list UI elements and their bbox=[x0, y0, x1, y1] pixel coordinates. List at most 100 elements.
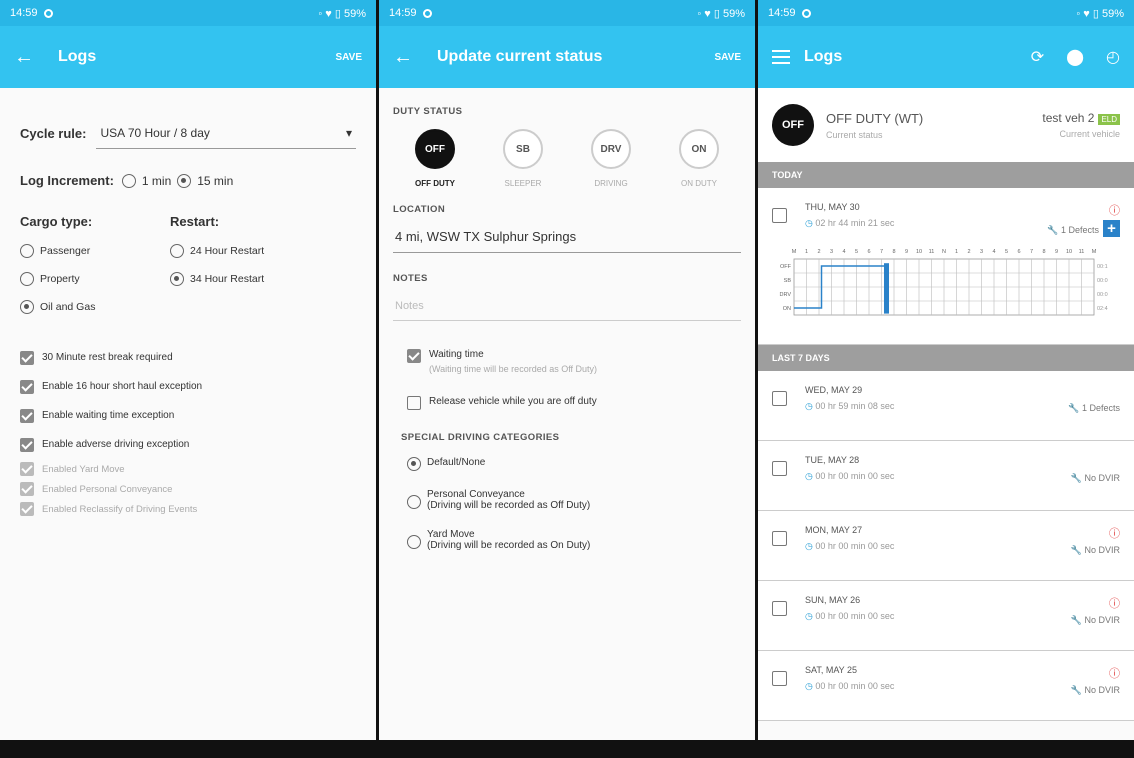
special-option-title: Default/None bbox=[427, 457, 486, 468]
special-option-personal-conveyance[interactable]: Personal Conveyance (Driving will be rec… bbox=[407, 489, 741, 511]
day-checkbox[interactable] bbox=[772, 461, 787, 476]
duty-option-off[interactable]: OFF OFF DUTY bbox=[397, 129, 473, 188]
back-arrow-icon[interactable]: ← bbox=[393, 46, 423, 69]
grid-hour-label: 6 bbox=[867, 249, 870, 255]
location-input[interactable]: 4 mi, WSW TX Sulphur Springs bbox=[393, 219, 741, 253]
log-increment-label: Log Increment: bbox=[20, 173, 114, 188]
app-bar: Logs ⟳ ⬤ ◴ bbox=[758, 26, 1134, 88]
check-personal-conveyance-disabled: Enabled Personal Conveyance bbox=[20, 479, 356, 499]
restart-label: Restart: bbox=[170, 214, 220, 229]
special-option-default[interactable]: Default/None bbox=[407, 457, 741, 471]
today-log-card[interactable]: THU, MAY 30 ◷ 02 hr 44 min 21 sec ⓘ 🔧 1 … bbox=[758, 188, 1134, 345]
special-option-title: Personal Conveyance bbox=[427, 489, 525, 500]
day-date: WED, MAY 29 bbox=[805, 385, 863, 395]
check-adverse-driving[interactable]: Enable adverse driving exception bbox=[20, 430, 356, 459]
wrench-icon: 🔧 bbox=[1070, 615, 1082, 625]
release-vehicle-label: Release vehicle while you are off duty bbox=[429, 396, 597, 407]
duty-label: DRIVING bbox=[594, 179, 628, 188]
duty-option-on[interactable]: ON ON DUTY bbox=[661, 129, 737, 188]
cargo-option-oil-gas[interactable]: Oil and Gas bbox=[20, 293, 170, 321]
alert-icon: ⓘ bbox=[1109, 598, 1120, 610]
sync-icon[interactable]: ⟳ bbox=[1031, 47, 1044, 67]
check-short-haul[interactable]: Enable 16 hour short haul exception bbox=[20, 372, 356, 401]
grid-row-label: DRV bbox=[779, 292, 791, 298]
cargo-option-property[interactable]: Property bbox=[20, 265, 170, 293]
day-log-row[interactable]: WED, MAY 29 ◷ 00 hr 59 min 08 sec 🔧 1 Defe… bbox=[758, 371, 1134, 441]
day-date: SAT, MAY 25 bbox=[805, 665, 858, 675]
wrench-icon: 🔧 bbox=[1047, 225, 1059, 235]
duty-code: SB bbox=[503, 129, 543, 169]
day-dvir-status: 1 Defects bbox=[1081, 403, 1120, 413]
signal-icon: ◦ ♥ ▯ bbox=[697, 7, 723, 20]
cargo-option-passenger[interactable]: Passenger bbox=[20, 237, 170, 265]
current-status-card[interactable]: OFF OFF DUTY (WT) Current status test ve… bbox=[758, 88, 1134, 162]
battery-text: 59% bbox=[343, 7, 366, 20]
day-duration: 00 hr 59 min 08 sec bbox=[815, 401, 895, 411]
location-pin-icon[interactable]: ⬤ bbox=[1066, 47, 1084, 67]
day-log-row[interactable]: SAT, MAY 25 ◷ 00 hr 00 min 00 sec ⓘ 🔧 No DV… bbox=[758, 651, 1134, 721]
grid-hour-label: N bbox=[942, 249, 946, 255]
back-arrow-icon[interactable]: ← bbox=[14, 46, 44, 69]
check-rest-break[interactable]: 30 Minute rest break required bbox=[20, 343, 356, 372]
save-button[interactable]: SAVE bbox=[715, 52, 742, 63]
app-bar: ← Logs SAVE bbox=[0, 26, 376, 88]
duty-log-grid: M 1 2 3 4 5 6 7 8 9 10 11 N 1 2 3 4 5 6 7 8 9 10 11 M OFF 00:1 SB 00… bbox=[779, 249, 1108, 316]
cargo-option-label: Property bbox=[40, 273, 80, 285]
menu-icon[interactable] bbox=[772, 46, 790, 68]
grid-hour-label: 10 bbox=[1066, 249, 1072, 255]
duty-status-options: OFF OFF DUTY SB SLEEPER DRV DRIVING ON O… bbox=[393, 129, 741, 188]
add-log-button[interactable]: + bbox=[1103, 220, 1120, 237]
day-duration: 00 hr 00 min 00 sec bbox=[815, 471, 895, 481]
today-checkbox[interactable] bbox=[772, 208, 787, 223]
clock-icon: ◷ bbox=[805, 401, 813, 411]
log-increment-1min-label: 1 min bbox=[141, 173, 172, 188]
duty-option-drv[interactable]: DRV DRIVING bbox=[573, 129, 649, 188]
cycle-rule-select[interactable]: USA 70 Hour / 8 day ▾ bbox=[96, 118, 356, 149]
notes-label: NOTES bbox=[393, 273, 428, 284]
waiting-time-check[interactable]: Waiting time (Waiting time will be recor… bbox=[407, 349, 741, 374]
checkbox-icon bbox=[20, 408, 34, 423]
check-label: Enable 16 hour short haul exception bbox=[42, 381, 203, 392]
grid-hour-label: 10 bbox=[916, 249, 922, 255]
timer-icon[interactable]: ◴ bbox=[1106, 47, 1120, 67]
day-dvir-status: No DVIR bbox=[1084, 685, 1120, 695]
grid-hour-label: M bbox=[1092, 249, 1097, 255]
grid-hour-label: 8 bbox=[892, 249, 895, 255]
battery-text: 59% bbox=[722, 7, 745, 20]
grid-row-label: SB bbox=[784, 278, 792, 284]
log-increment-1min-radio[interactable] bbox=[121, 173, 136, 188]
today-header: TODAY bbox=[758, 162, 1134, 188]
check-label: Enable waiting time exception bbox=[42, 410, 175, 421]
restart-group: Restart: 24 Hour Restart 34 Hour Restart bbox=[170, 214, 320, 321]
day-log-row[interactable]: TUE, MAY 28 ◷ 00 hr 00 min 00 sec 🔧 No DVI… bbox=[758, 441, 1134, 511]
save-button[interactable]: SAVE bbox=[336, 52, 363, 63]
current-status-text: OFF DUTY (WT) bbox=[826, 110, 924, 126]
notes-input[interactable]: Notes bbox=[393, 292, 741, 321]
radio-icon bbox=[20, 300, 34, 314]
day-checkbox[interactable] bbox=[772, 531, 787, 546]
day-checkbox[interactable] bbox=[772, 391, 787, 406]
cargo-option-label: Oil and Gas bbox=[40, 301, 96, 313]
day-log-row[interactable]: MON, MAY 27 ◷ 00 hr 00 min 00 sec ⓘ 🔧 No DV… bbox=[758, 511, 1134, 581]
grid-hour-label: 2 bbox=[967, 249, 970, 255]
today-defects: 1 Defects bbox=[1060, 225, 1099, 235]
exception-checks: 30 Minute rest break required Enable 16 … bbox=[20, 343, 356, 519]
day-log-row[interactable]: SUN, MAY 26 ◷ 00 hr 00 min 00 sec ⓘ 🔧 No DV… bbox=[758, 581, 1134, 651]
check-waiting-time[interactable]: Enable waiting time exception bbox=[20, 401, 356, 430]
day-checkbox[interactable] bbox=[772, 601, 787, 616]
release-vehicle-check[interactable]: Release vehicle while you are off duty bbox=[407, 396, 741, 410]
grid-hour-label: 11 bbox=[929, 249, 935, 255]
log-increment-15min-radio[interactable] bbox=[177, 173, 192, 188]
grid-hour-label: 4 bbox=[842, 249, 845, 255]
status-bar: 14:59 ◦ ♥ ▯ 59% bbox=[379, 0, 755, 26]
duty-option-sb[interactable]: SB SLEEPER bbox=[485, 129, 561, 188]
checkbox-icon bbox=[20, 437, 34, 452]
restart-option-24[interactable]: 24 Hour Restart bbox=[170, 237, 320, 265]
grid-hour-label: 4 bbox=[992, 249, 995, 255]
status-time: 14:59 bbox=[389, 7, 417, 19]
grid-row-total: 00:0 bbox=[1097, 292, 1108, 298]
day-checkbox[interactable] bbox=[772, 671, 787, 686]
restart-option-34[interactable]: 34 Hour Restart bbox=[170, 265, 320, 293]
grid-row-total: 00:1 bbox=[1097, 264, 1108, 270]
special-option-yard-move[interactable]: Yard Move (Driving will be recorded as O… bbox=[407, 529, 741, 551]
